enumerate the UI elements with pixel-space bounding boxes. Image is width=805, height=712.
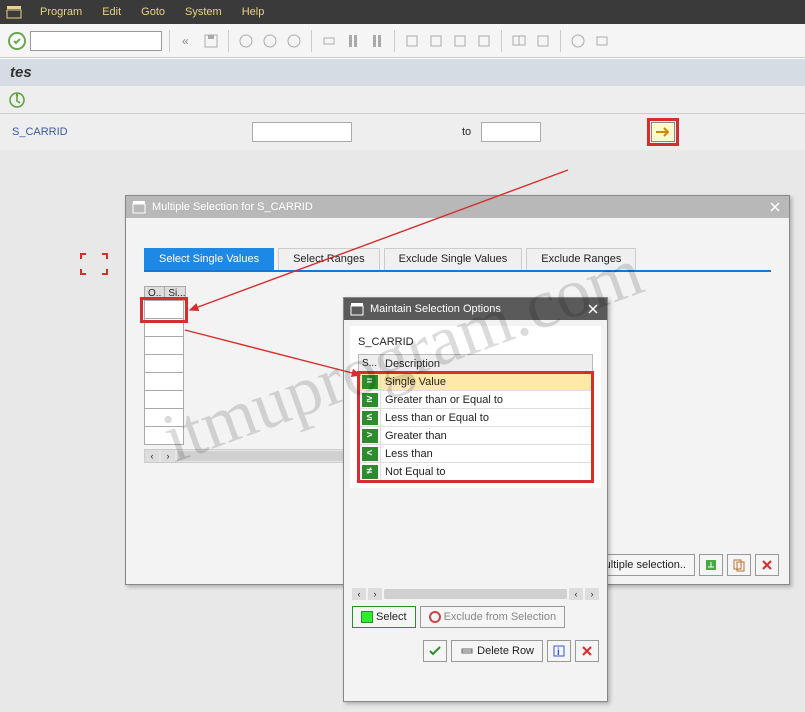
find-icon[interactable] [343, 31, 363, 51]
enter-button[interactable] [8, 32, 26, 50]
equal-icon: = [362, 375, 378, 389]
prev-page-icon[interactable] [426, 31, 446, 51]
option-gt[interactable]: > Greater than [359, 427, 592, 445]
low-value-input[interactable] [252, 122, 352, 142]
table-row[interactable] [144, 373, 184, 391]
svg-text:«: « [182, 34, 189, 48]
print-icon[interactable] [319, 31, 339, 51]
menu-help[interactable]: Help [232, 4, 275, 20]
sap-window-icon [132, 200, 146, 214]
save-icon[interactable] [201, 31, 221, 51]
delete-row-icon [460, 644, 474, 658]
table-row[interactable] [144, 319, 184, 337]
help-f4-icon[interactable] [699, 554, 723, 576]
close-icon[interactable] [767, 199, 783, 215]
scroll-left-icon[interactable]: ‹ [145, 450, 159, 462]
accept-icon[interactable] [423, 640, 447, 662]
col-symbol: S... [359, 355, 381, 372]
next-page-icon[interactable] [450, 31, 470, 51]
exclude-indicator-icon [429, 611, 441, 623]
find-next-icon[interactable] [367, 31, 387, 51]
lte-icon: ≤ [362, 411, 378, 425]
info-icon[interactable]: i [547, 640, 571, 662]
execute-icon[interactable] [8, 91, 26, 109]
lt-icon: < [362, 447, 378, 461]
gt-icon: > [362, 429, 378, 443]
exit-icon[interactable] [260, 31, 280, 51]
scroll-left-icon[interactable]: ‹ [352, 588, 366, 600]
not-equal-icon: ≠ [362, 465, 378, 479]
option-single-value[interactable]: = Single Value [359, 373, 592, 391]
sap-window-icon [350, 302, 364, 316]
back-arrow-icon[interactable] [236, 31, 256, 51]
menu-system[interactable]: System [175, 4, 232, 20]
dialog-title: Multiple Selection for S_CARRID [152, 201, 313, 213]
table-row[interactable] [144, 391, 184, 409]
high-value-input[interactable] [481, 122, 541, 142]
application-toolbar [0, 86, 805, 114]
scroll-right-icon[interactable]: › [585, 588, 599, 600]
table-row[interactable] [144, 409, 184, 427]
help-icon[interactable] [568, 31, 588, 51]
col-description: Description [381, 358, 592, 370]
table-header: O.. Si... [144, 286, 186, 301]
selection-screen-row: S_CARRID to [0, 114, 805, 150]
dialog-titlebar: Multiple Selection for S_CARRID [126, 196, 789, 218]
svg-text:i: i [557, 647, 560, 658]
system-toolbar: « [0, 24, 805, 58]
table-row[interactable] [144, 355, 184, 373]
menubar: Program Edit Goto System Help [0, 0, 805, 24]
menu-goto[interactable]: Goto [131, 4, 175, 20]
gte-icon: ≥ [362, 393, 378, 407]
scroll-right-icon[interactable]: › [161, 450, 175, 462]
field-label-s-carrid: S_CARRID [12, 126, 242, 138]
menu-edit[interactable]: Edit [92, 4, 131, 20]
table-row[interactable] [144, 427, 184, 445]
dialog-scrollbar[interactable]: ‹ › ‹ › [344, 584, 607, 604]
shortcut-icon[interactable] [533, 31, 553, 51]
col-option: O.. [145, 287, 165, 300]
tab-exclude-single[interactable]: Exclude Single Values [384, 248, 523, 270]
selection-tabs: Select Single Values Select Ranges Exclu… [144, 248, 771, 272]
first-page-icon[interactable] [402, 31, 422, 51]
tab-exclude-ranges[interactable]: Exclude Ranges [526, 248, 636, 270]
field-label: S_CARRID [358, 336, 593, 348]
option-lte[interactable]: ≤ Less than or Equal to [359, 409, 592, 427]
maintain-selection-options-dialog: Maintain Selection Options S_CARRID S...… [343, 297, 608, 702]
bracket-annotation-icon [80, 253, 108, 275]
exclude-button[interactable]: Exclude from Selection [420, 606, 566, 628]
option-lt[interactable]: < Less than [359, 445, 592, 463]
tab-single-values[interactable]: Select Single Values [144, 248, 274, 270]
cancel-icon[interactable] [575, 640, 599, 662]
option-gte[interactable]: ≥ Greater than or Equal to [359, 391, 592, 409]
option-ne[interactable]: ≠ Not Equal to [359, 463, 592, 481]
select-button[interactable]: Select [352, 606, 416, 628]
cancel-icon[interactable] [755, 554, 779, 576]
page-title: tes [10, 64, 32, 81]
option-cell-first-row[interactable] [144, 301, 184, 319]
multiple-selection-button[interactable] [651, 122, 675, 142]
page-title-bar: tes [0, 58, 805, 86]
options-table: S... Description = Single Value ≥ Greate… [358, 354, 593, 482]
table-row[interactable] [144, 337, 184, 355]
back-icon[interactable]: « [177, 31, 197, 51]
copy-icon[interactable] [727, 554, 751, 576]
dialog-titlebar: Maintain Selection Options [344, 298, 607, 320]
col-single: Si... [165, 287, 188, 300]
delete-row-button[interactable]: Delete Row [451, 640, 543, 662]
cancel-icon[interactable] [284, 31, 304, 51]
to-label: to [462, 126, 471, 138]
select-indicator-icon [361, 611, 373, 623]
new-session-icon[interactable] [509, 31, 529, 51]
tab-select-ranges[interactable]: Select Ranges [278, 248, 380, 270]
scroll-left-icon[interactable]: ‹ [569, 588, 583, 600]
close-icon[interactable] [585, 301, 601, 317]
sap-window-icon [6, 4, 22, 20]
menu-program[interactable]: Program [30, 4, 92, 20]
dialog-title: Maintain Selection Options [370, 303, 501, 315]
scroll-right-icon[interactable]: › [368, 588, 382, 600]
layout-icon[interactable] [592, 31, 612, 51]
command-field[interactable] [30, 31, 162, 51]
last-page-icon[interactable] [474, 31, 494, 51]
